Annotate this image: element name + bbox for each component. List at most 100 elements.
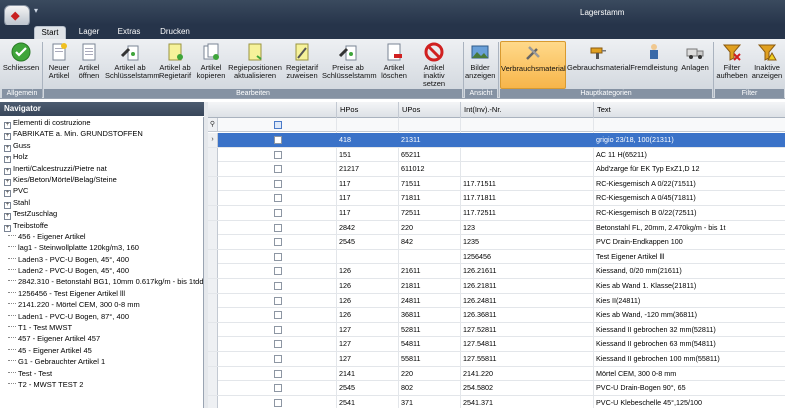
tab-lager[interactable]: Lager	[74, 26, 104, 39]
tree-folder[interactable]: + Holz	[0, 151, 203, 164]
row-checkbox[interactable]	[274, 282, 282, 290]
row-indicator[interactable]	[208, 147, 218, 162]
row-indicator[interactable]	[208, 191, 218, 206]
tree-item[interactable]: T2 - MWST TEST 2	[0, 379, 203, 390]
table-row[interactable]: 21217 611012 Abd'zarge für EK Typ ExZ1,D 1…	[208, 162, 785, 177]
quick-access-toolbar[interactable]: ▾	[34, 6, 38, 15]
show-inactive-button[interactable]: Inaktive anzeigen	[750, 41, 784, 89]
prices-from-keymaster-button[interactable]: Preise ab Schlüsselstamm	[322, 41, 377, 89]
tree-item[interactable]: 457 - Eigener Artikel 457	[0, 333, 203, 344]
table-row[interactable]: 127 52811 127.52811 Kiessand II gebrochen 3…	[208, 322, 785, 338]
table-row[interactable]: 1256456 Test Eigener Artikel lll	[208, 249, 785, 265]
tree-folder[interactable]: + Kies/Beton/Mörtel/Belag/Steine	[0, 174, 203, 186]
tree-folder[interactable]: + Guss	[0, 140, 203, 152]
row-checkbox[interactable]	[274, 355, 282, 363]
equipment-button[interactable]: Gebrauchsmaterial	[567, 41, 630, 89]
table-row[interactable]: 151 65211 AC 11 H(65211)	[208, 147, 785, 163]
facilities-button[interactable]: Anlagen	[679, 41, 711, 89]
table-row[interactable]: 126 21811 126.21811 Kies ab Wand 1. Klasse(…	[208, 279, 785, 294]
column-inv-nr[interactable]: Int(Inv).-Nr.	[460, 102, 593, 118]
column-text[interactable]: Text	[593, 102, 785, 118]
tree-item[interactable]: 45 - Eigener Artikel 45	[0, 345, 203, 356]
assign-tariff-button[interactable]: Regietarif zuweisen	[284, 41, 320, 89]
row-indicator[interactable]	[208, 206, 218, 220]
row-checkbox[interactable]	[274, 179, 282, 188]
tab-start[interactable]: Start	[34, 26, 66, 39]
clear-filter-button[interactable]: Filter aufheben	[715, 41, 749, 89]
row-checkbox[interactable]	[274, 296, 282, 305]
external-service-button[interactable]: Fremdleistung	[630, 41, 678, 89]
row-indicator[interactable]	[208, 220, 218, 235]
tab-extras[interactable]: Extras	[112, 26, 146, 39]
copy-article-button[interactable]: Artikel kopieren	[195, 41, 227, 89]
consumables-button[interactable]: Verbrauchsmaterial	[500, 41, 566, 89]
tree-item[interactable]: lag1 - Steinwollplatte 120kg/m3, 160	[0, 242, 203, 253]
delete-article-button[interactable]: Artikel löschen	[376, 41, 412, 89]
row-indicator[interactable]	[208, 162, 218, 177]
table-row[interactable]: 2545 802 254.5802 PVC-U Drain-Bogen 90°, 65	[208, 381, 785, 396]
table-row[interactable]: 117 71811 117.71811 RC-Kiesgemisch A 0/45(7…	[208, 191, 785, 206]
row-checkbox[interactable]	[274, 252, 282, 261]
tree-folder[interactable]: + Elementi di costruzione	[0, 117, 203, 129]
row-checkbox[interactable]	[274, 223, 282, 232]
row-checkbox[interactable]	[274, 267, 282, 276]
navigator-tree[interactable]: + Elementi di costruzione + FABRIKATE a. M…	[0, 117, 204, 408]
tree-folder[interactable]: + PVC	[0, 185, 203, 198]
new-article-button[interactable]: Neuer Artikel	[44, 41, 74, 89]
row-indicator[interactable]	[208, 381, 218, 396]
table-row[interactable]: 126 21611 126.21611 Kiessand, 0/20 mm(21611…	[208, 264, 785, 279]
table-row[interactable]: › 418 21311 grigio 23/18, 100(21311)	[208, 133, 785, 148]
tree-item[interactable]: Laden2 - PVC-U Bogen, 45°, 400	[0, 265, 203, 276]
table-row[interactable]: 127 54811 127.54811 Kiessand II gebrochen 6…	[208, 337, 785, 352]
row-checkbox[interactable]	[274, 325, 282, 334]
app-menu-button[interactable]: ◆	[4, 5, 30, 27]
row-checkbox[interactable]	[274, 238, 282, 247]
row-indicator[interactable]	[208, 235, 218, 250]
tree-folder[interactable]: + TestZuschlag	[0, 208, 203, 221]
tree-folder[interactable]: + Stahl	[0, 197, 203, 209]
row-indicator[interactable]	[208, 176, 218, 191]
tab-drucken[interactable]: Drucken	[155, 26, 195, 39]
table-row[interactable]: 117 71511 117.71511 RC-Kiesgemisch A 0/22(7…	[208, 176, 785, 192]
table-row[interactable]: 2541 371 2541.371 PVC-U Klebeschelle 45°,12…	[208, 395, 785, 408]
row-indicator[interactable]	[208, 366, 218, 381]
row-indicator[interactable]: ›	[208, 133, 218, 147]
row-indicator[interactable]	[208, 249, 218, 264]
row-indicator[interactable]	[208, 308, 218, 323]
table-row[interactable]: 126 24811 126.24811 Kies II(24811)	[208, 293, 785, 309]
article-from-tariff-button[interactable]: Artikel ab Regietarif	[156, 41, 194, 89]
tree-folder[interactable]: + FABRIKATE a. Min. GRUNDSTOFFEN	[0, 128, 203, 141]
table-row[interactable]: 127 55811 127.55811 Kiessand II gebrochen 1…	[208, 352, 785, 367]
table-row[interactable]: 2842 220 123 Betonstahl FL, 20mm, 2.470kg/m…	[208, 220, 785, 236]
show-images-button[interactable]: Bilder anzeigen	[465, 41, 495, 89]
table-row[interactable]: 2545 842 1235 PVC Drain-Endkappen 100	[208, 235, 785, 250]
tree-item[interactable]: 2842.310 - Betonstahl BG1, 10mm 0.617kg/…	[0, 276, 203, 287]
tree-folder[interactable]: + Treibstoffe	[0, 220, 203, 232]
filter-checkbox[interactable]	[274, 121, 282, 129]
filter-row[interactable]: ⚲	[208, 118, 785, 132]
tree-item[interactable]: 2141.220 - Mörtel CEM, 300 0-8 mm	[0, 299, 203, 310]
row-checkbox[interactable]	[274, 136, 282, 144]
update-positions-button[interactable]: Regiepositionen aktualisieren	[228, 41, 282, 89]
row-checkbox[interactable]	[274, 209, 282, 217]
table-row[interactable]: 126 36811 126.36811 Kies ab Wand, -120 mm(3…	[208, 308, 785, 323]
tree-item[interactable]: Test - Test	[0, 368, 203, 379]
row-indicator[interactable]	[208, 337, 218, 352]
table-row[interactable]: 117 72511 117.72511 RC-Kiesgemisch B 0/22(7…	[208, 206, 785, 221]
row-checkbox[interactable]	[274, 150, 282, 159]
row-indicator[interactable]	[208, 352, 218, 366]
row-indicator[interactable]	[208, 322, 218, 337]
tree-folder[interactable]: + Inerti/Calcestruzzi/Pietre nat	[0, 163, 203, 175]
row-checkbox[interactable]	[274, 384, 282, 393]
tree-item[interactable]: G1 - Gebrauchter Artikel 1	[0, 356, 203, 367]
tree-item[interactable]: 456 - Eigener Artikel	[0, 231, 203, 242]
row-checkbox[interactable]	[274, 369, 282, 378]
tree-item[interactable]: 1256456 - Test Eigener Artikel lll	[0, 288, 203, 299]
tree-item[interactable]: Laden3 - PVC-U Bogen, 45°, 400	[0, 254, 203, 265]
article-from-keymaster-button[interactable]: Artikel ab Schlüsselstamm	[105, 41, 160, 89]
column-hpos[interactable]: HPos	[336, 102, 398, 118]
tree-item[interactable]: T1 - Test MWST	[0, 322, 203, 333]
open-article-button[interactable]: Artikel öffnen	[75, 41, 103, 89]
set-inactive-button[interactable]: Artikel inaktiv setzen	[413, 41, 455, 89]
column-upos[interactable]: UPos	[398, 102, 460, 118]
